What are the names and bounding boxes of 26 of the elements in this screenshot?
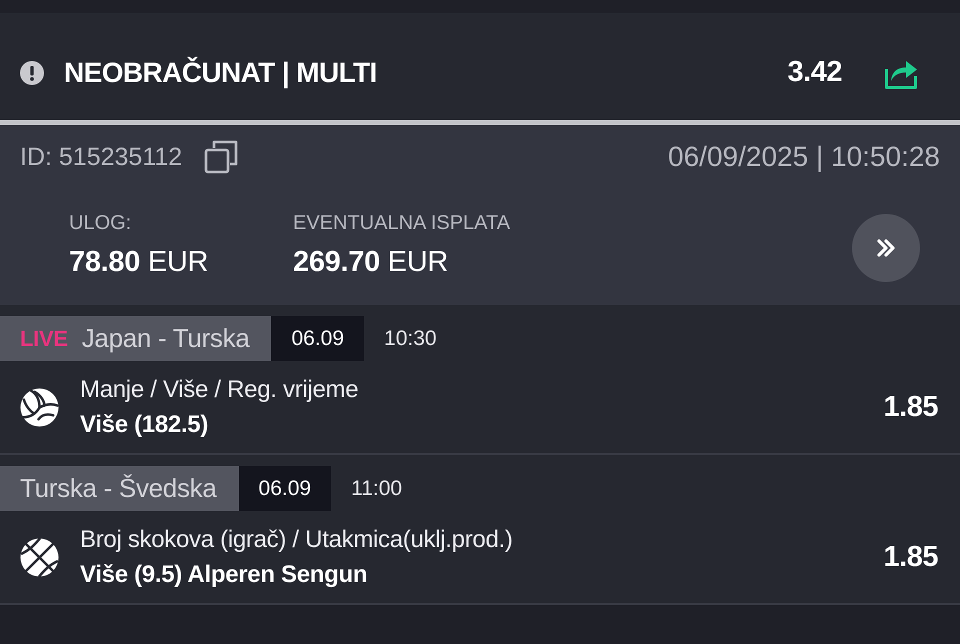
total-odds: 3.42 (788, 56, 842, 89)
match-name: Turska - Švedska (20, 473, 217, 504)
basketball-icon (20, 538, 59, 576)
payout-label: EVENTUALNA ISPLATA (293, 211, 512, 236)
payout-amount: 269.70 EUR (293, 245, 449, 280)
copy-icon[interactable] (203, 139, 240, 175)
match-time: 10:30 (384, 326, 437, 350)
market-name: Manje / Više / Reg. vrijeme (80, 375, 358, 405)
stake-label: ULOG: (69, 211, 132, 236)
ticket-status: NEOBRAČUNAT | MULTI (64, 56, 377, 88)
selected-pick: Više (9.5) Alperen Sengun (80, 560, 368, 590)
selected-pick: Više (182.5) (80, 410, 210, 440)
ticket-datetime: 06/09/2025 | 10:50:28 (668, 141, 940, 173)
match-time: 11:00 (351, 476, 402, 500)
market-name: Broj skokova (igrač) / Utakmica(uklj.prod.) (80, 525, 513, 555)
match-date: 06.09 (271, 316, 364, 361)
ticket-id: ID: 515235112 (20, 142, 182, 172)
live-label: LIVE (20, 326, 68, 352)
stake-amount: 78.80 EUR (69, 245, 210, 280)
pick-odds: 1.85 (884, 540, 938, 574)
exclamation-icon (20, 60, 44, 84)
match-name: Japan - Turska (82, 323, 250, 354)
double-chevron-icon (876, 238, 896, 258)
match-date: 06.09 (238, 466, 332, 511)
pick-odds: 1.85 (884, 390, 938, 424)
volleyball-icon (20, 388, 59, 426)
